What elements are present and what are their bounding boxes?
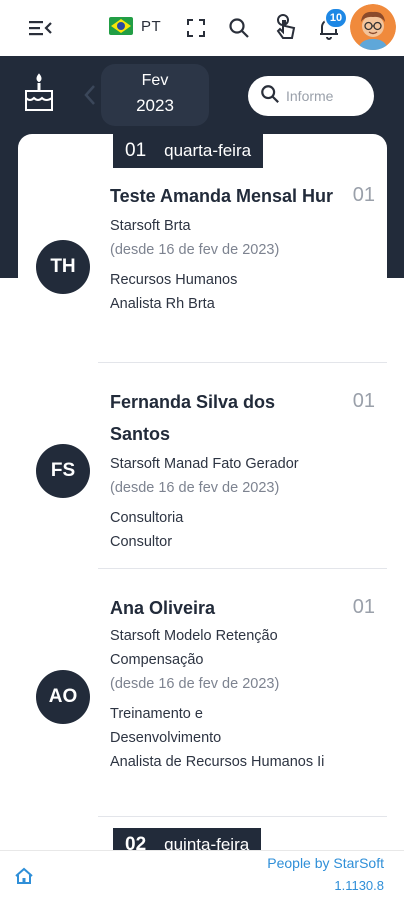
list-item[interactable]: AO Ana Oliveira Starsoft Modelo Retenção… xyxy=(18,592,387,820)
fullscreen-icon[interactable] xyxy=(182,14,210,42)
list-item[interactable]: TH Teste Amanda Mensal Hur Starsoft Brta… xyxy=(18,180,387,364)
department-label: Consultoria xyxy=(110,510,184,526)
since-label: (desde 16 de fev de 2023) xyxy=(110,480,280,496)
birthday-day: 01 xyxy=(352,184,375,206)
person-name: Fernanda Silva dos Santos xyxy=(110,392,276,444)
birthday-list-card: 01 quarta-feira TH Teste Amanda Mensal H… xyxy=(18,134,387,850)
since-label: (desde 16 de fev de 2023) xyxy=(110,676,280,692)
search-icon[interactable] xyxy=(225,14,253,42)
brand-link[interactable]: People by StarSoft xyxy=(267,855,384,871)
day-header: 02 quinta-feira xyxy=(113,828,262,850)
company-label: Starsoft Modelo Retenção Compensação xyxy=(110,628,278,668)
department-label: Treinamento e Desenvolvimento xyxy=(110,706,222,746)
top-app-bar: PT 10 xyxy=(0,0,404,56)
divider xyxy=(98,568,387,569)
birthday-day: 01 xyxy=(352,390,375,412)
birthday-day: 01 xyxy=(352,596,375,618)
search-field[interactable] xyxy=(248,76,374,116)
search-icon xyxy=(260,84,280,109)
version-label: 1.1130.8 xyxy=(334,878,384,893)
avatar: AO xyxy=(36,670,90,724)
company-label: Starsoft Manad Fato Gerador xyxy=(110,456,299,472)
home-icon[interactable] xyxy=(14,867,34,885)
menu-collapse-icon[interactable] xyxy=(24,14,56,42)
search-input[interactable] xyxy=(286,88,370,104)
notification-badge[interactable]: 10 xyxy=(324,7,348,29)
role-label: Consultor xyxy=(110,534,173,550)
month-selector[interactable]: Fev 2023 xyxy=(101,64,209,126)
avatar: TH xyxy=(36,240,90,294)
footer: People by StarSoft 1.1130.8 xyxy=(0,850,404,900)
month-label: Fev xyxy=(141,72,169,89)
previous-month-chevron-icon[interactable] xyxy=(82,82,98,108)
since-label: (desde 16 de fev de 2023) xyxy=(110,242,280,258)
year-label: 2023 xyxy=(136,96,174,115)
language-label[interactable]: PT xyxy=(141,18,161,35)
divider xyxy=(98,362,387,363)
company-label: Starsoft Brta xyxy=(110,218,191,234)
person-name: Teste Amanda Mensal Hur xyxy=(110,186,334,206)
day-header: 01 quarta-feira xyxy=(113,134,264,168)
day-number: 01 xyxy=(125,140,147,161)
list-item[interactable]: FS Fernanda Silva dos Santos Starsoft Ma… xyxy=(18,386,387,566)
day-number: 02 xyxy=(125,834,147,850)
user-avatar[interactable] xyxy=(350,4,396,50)
person-name: Ana Oliveira xyxy=(110,598,216,618)
divider xyxy=(98,816,387,817)
role-label: Analista Rh Brta xyxy=(110,296,215,312)
avatar: FS xyxy=(36,444,90,498)
brazil-flag-icon[interactable] xyxy=(109,17,133,35)
role-label: Analista de Recursos Humanos Ii xyxy=(110,754,325,770)
birthday-cake-icon xyxy=(22,73,56,113)
department-label: Recursos Humanos xyxy=(110,272,238,288)
weekday-label: quinta-feira xyxy=(164,835,250,850)
weekday-label: quarta-feira xyxy=(164,141,252,160)
touch-icon[interactable] xyxy=(270,12,300,42)
